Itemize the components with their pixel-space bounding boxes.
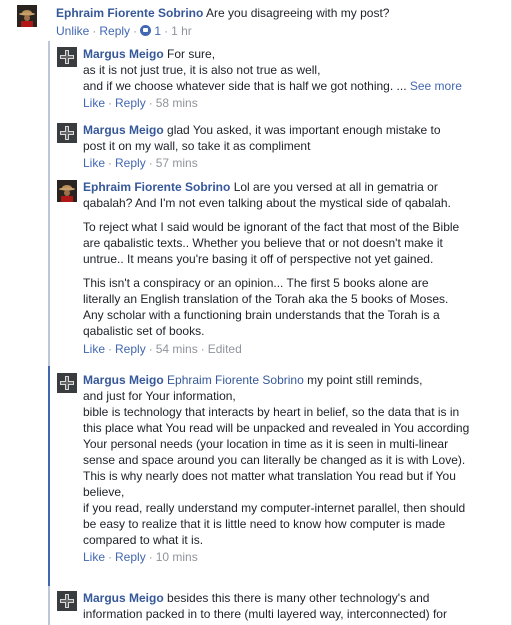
comment-3: Margus Meigo glad You asked, it was impo…	[83, 122, 458, 171]
reply-button[interactable]: Reply	[115, 96, 146, 110]
comment-1: Ephraim Fiorente Sobrino Are you disagre…	[56, 5, 496, 39]
comment-author[interactable]: Margus Meigo	[83, 47, 164, 61]
comment-text: Are you disagreeing with my post?	[206, 6, 390, 20]
comment-text-line: if you read, really understand my comput…	[83, 501, 466, 547]
comment-actions: Unlike · Reply · 1 · 1 hr	[56, 24, 192, 38]
comment-text-line: bible is technology that interacts by he…	[83, 405, 470, 467]
reply-thread-line	[48, 41, 50, 366]
comment-5: Margus Meigo Ephraim Fiorente Sobrino my…	[83, 372, 473, 565]
reply-button[interactable]: Reply	[99, 24, 130, 38]
comment-time[interactable]: 1 hr	[171, 24, 192, 38]
comment-time[interactable]: 57 mins	[156, 156, 198, 170]
comment-time[interactable]: 10 mins	[156, 550, 198, 564]
like-button[interactable]: Like	[83, 342, 105, 356]
reply-thread-line	[48, 586, 50, 625]
sombrero-icon	[57, 180, 77, 202]
comment-time[interactable]: 58 mins	[156, 96, 198, 110]
comment-actions: Like · Reply · 57 mins	[83, 156, 198, 170]
edited-label[interactable]: Edited	[208, 342, 242, 356]
highlighted-comment-bar	[48, 366, 50, 586]
cross-emblem-icon	[57, 373, 77, 393]
comment-text-line: For sure,	[167, 47, 216, 61]
comment-text-line: and just for Your information,	[83, 389, 236, 403]
avatar-ephraim[interactable]	[17, 5, 37, 27]
cross-emblem-icon	[57, 47, 77, 67]
comment-text-line: my point still reminds,	[307, 373, 423, 387]
reply-button[interactable]: Reply	[115, 550, 146, 564]
comment-text-line: and if we choose whatever side that is h…	[83, 79, 407, 93]
reply-button[interactable]: Reply	[115, 342, 146, 356]
comment-4: Ephraim Fiorente Sobrino Lol are you ver…	[83, 179, 468, 357]
comment-text-line: This is why nearly does not matter what …	[83, 469, 456, 499]
avatar-margus[interactable]	[57, 47, 77, 67]
cross-emblem-icon	[57, 123, 77, 143]
like-reaction-icon[interactable]	[140, 25, 152, 36]
cross-emblem-icon	[57, 591, 77, 611]
comment-text-line: as it is not just true, it is also not t…	[83, 63, 321, 77]
comment-6: Margus Meigo besides this there is many …	[83, 590, 463, 622]
comment-author[interactable]: Margus Meigo	[83, 373, 164, 387]
like-button[interactable]: Like	[83, 550, 105, 564]
comment-actions: Like · Reply · 10 mins	[83, 550, 198, 564]
like-button[interactable]: Like	[83, 96, 105, 110]
sombrero-icon	[17, 5, 37, 27]
comment-author[interactable]: Ephraim Fiorente Sobrino	[56, 6, 203, 20]
comment-actions: Like · Reply · 54 mins · Edited	[83, 342, 242, 356]
comment-author[interactable]: Ephraim Fiorente Sobrino	[83, 180, 230, 194]
avatar-ephraim[interactable]	[57, 180, 77, 202]
comment-paragraph: This isn't a conspiracy or an opinion...…	[83, 276, 449, 338]
comment-paragraph: To reject what I said would be ignorant …	[83, 220, 460, 266]
comment-actions: Like · Reply · 58 mins	[83, 96, 198, 110]
avatar-margus[interactable]	[57, 591, 77, 611]
comment-2: Margus Meigo For sure, as it is not just…	[83, 46, 498, 111]
see-more-link[interactable]: See more	[410, 79, 462, 93]
reply-button[interactable]: Reply	[115, 156, 146, 170]
comment-time[interactable]: 54 mins	[156, 342, 198, 356]
avatar-margus[interactable]	[57, 373, 77, 393]
mention-link[interactable]: Ephraim Fiorente Sobrino	[167, 373, 304, 387]
comment-author[interactable]: Margus Meigo	[83, 123, 164, 137]
avatar-margus[interactable]	[57, 123, 77, 143]
unlike-button[interactable]: Unlike	[56, 24, 89, 38]
like-button[interactable]: Like	[83, 156, 105, 170]
comment-author[interactable]: Margus Meigo	[83, 591, 164, 605]
